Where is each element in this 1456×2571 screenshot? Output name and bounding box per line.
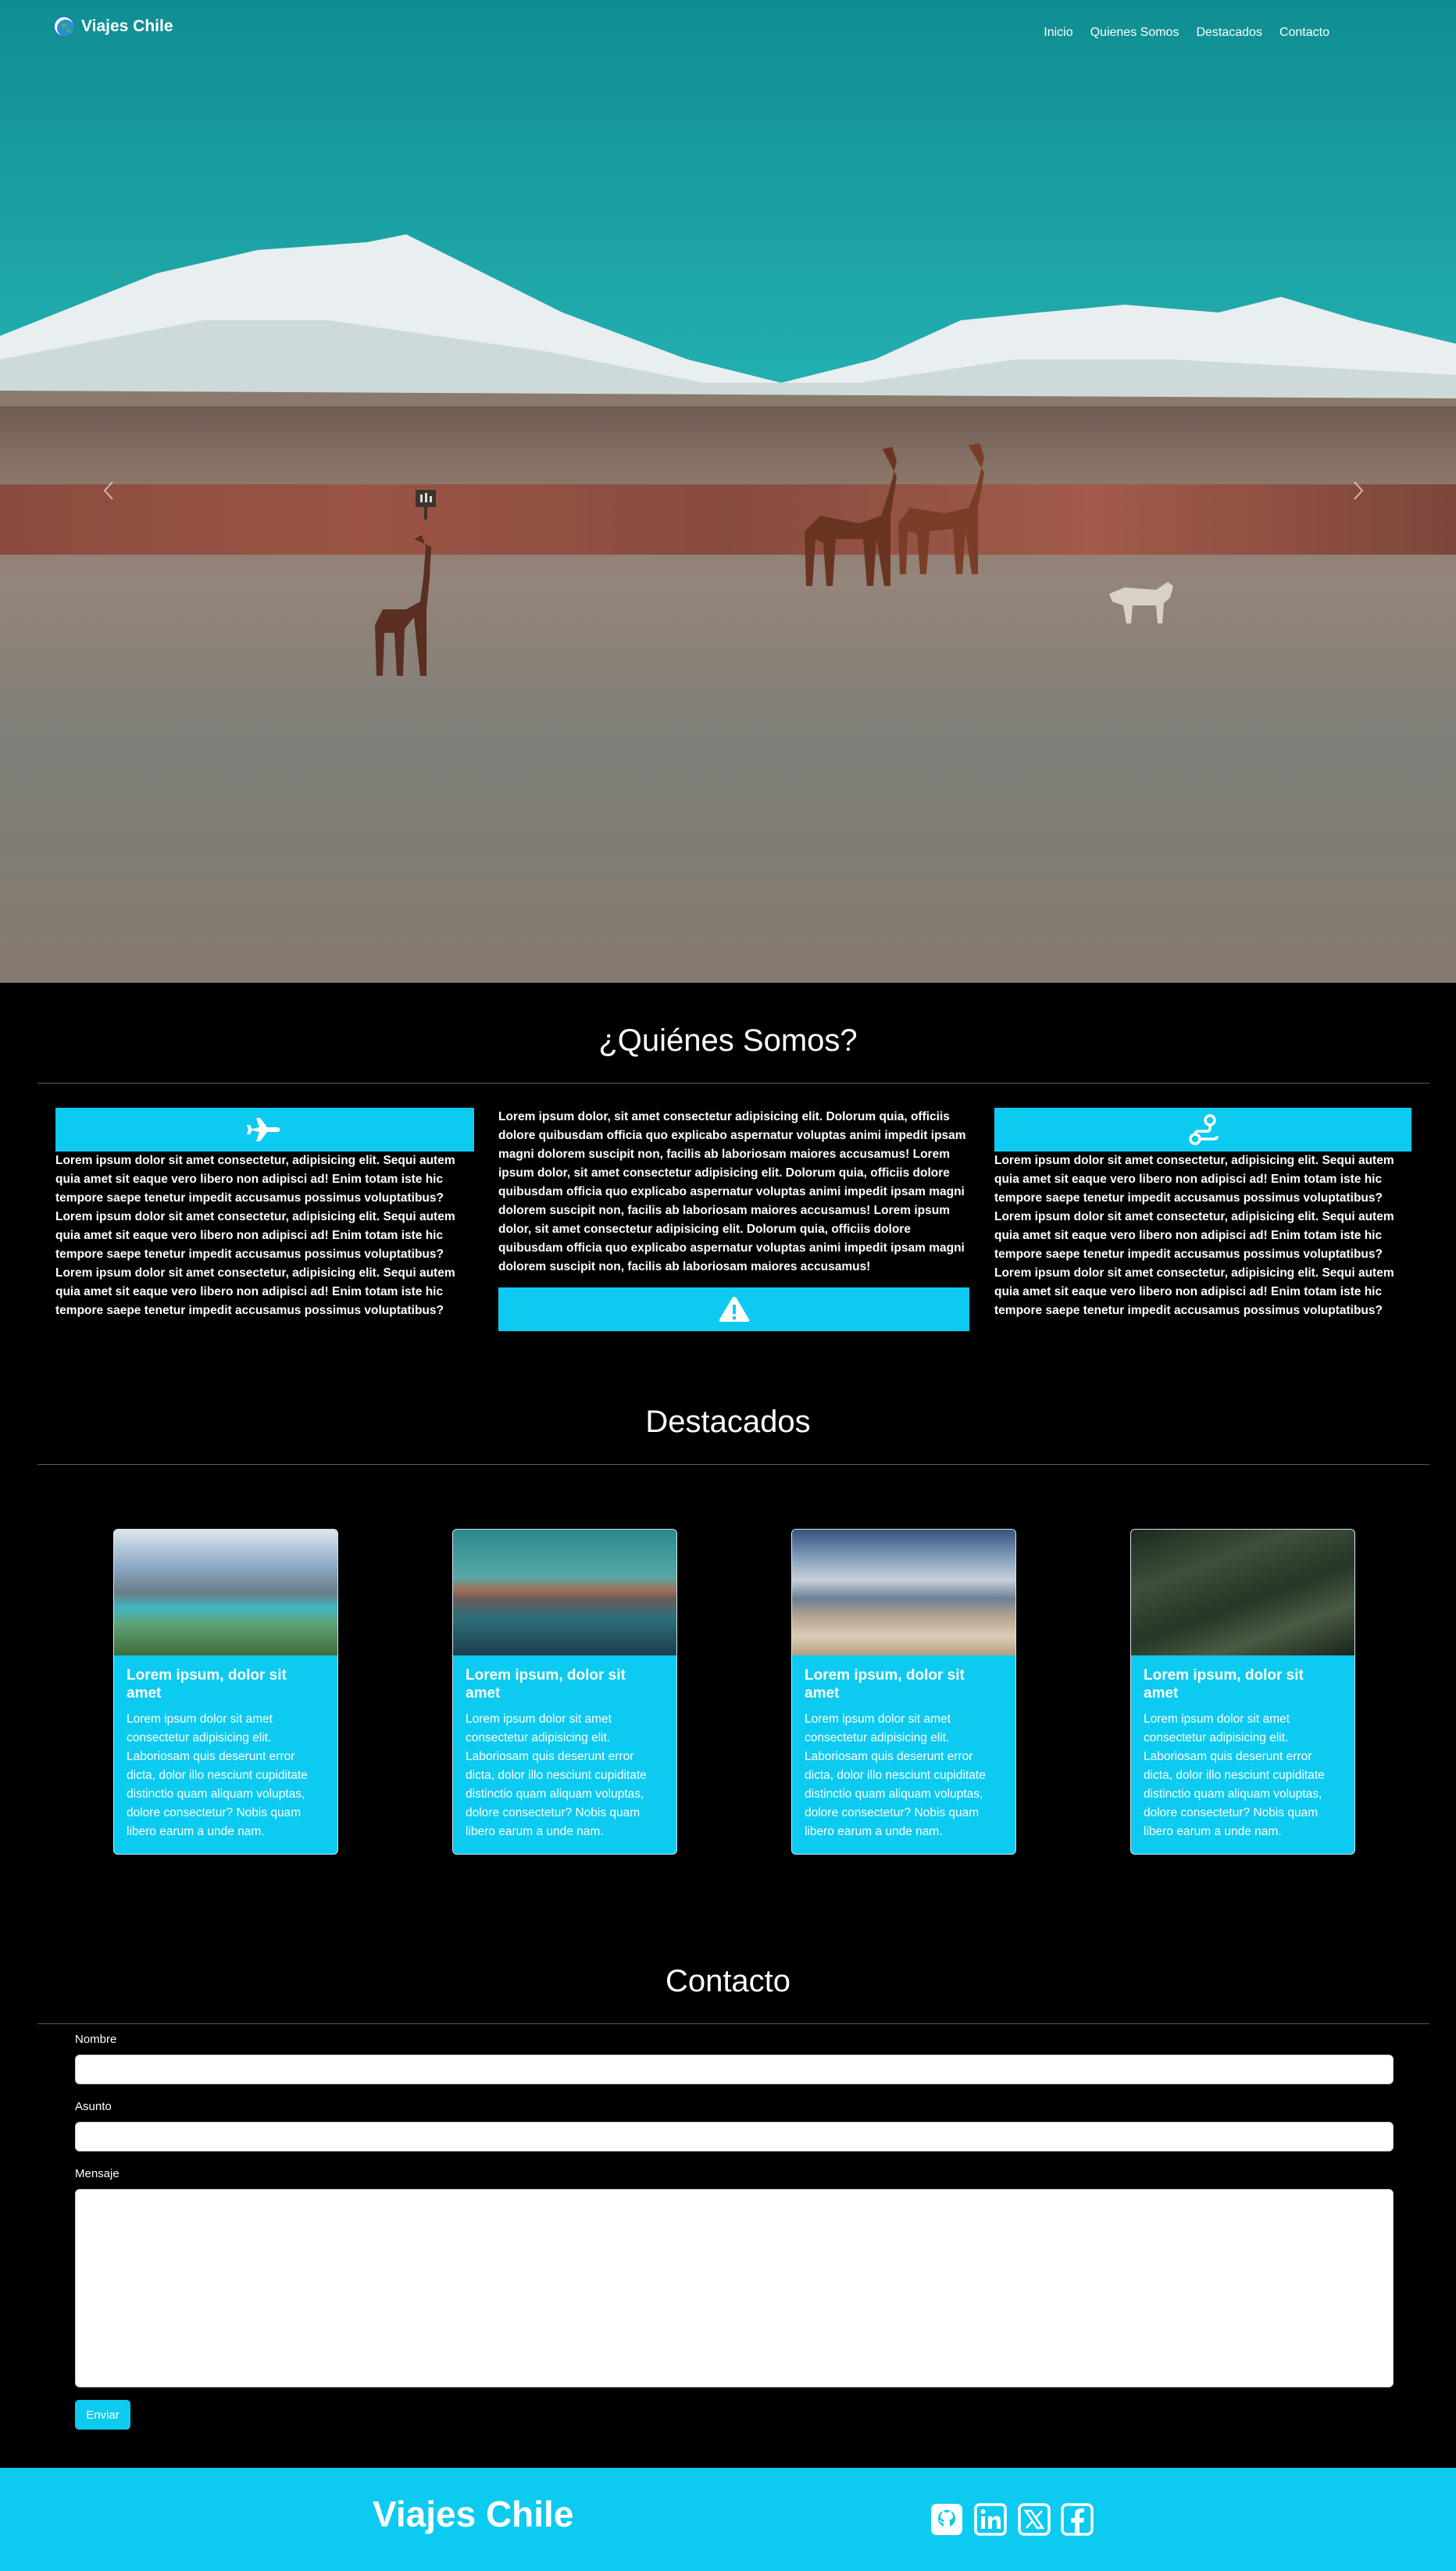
x-twitter-icon[interactable]: [1017, 2502, 1051, 2537]
name-field[interactable]: [75, 2055, 1394, 2084]
card-2-image: [453, 1530, 676, 1655]
navbar-brand-name: Viajes Chile: [81, 17, 173, 35]
card-3-image: [792, 1530, 1015, 1655]
warning-icon: [719, 1297, 749, 1322]
about-divider: [37, 1083, 1429, 1084]
about-right-column: Lorem ipsum dolor sit amet consectetur, …: [994, 1108, 1411, 1320]
page: Viajes Chile Inicio Quienes Somos Destac…: [0, 0, 1456, 2571]
about-title: ¿Quiénes Somos?: [598, 1023, 858, 1058]
featured-card-1[interactable]: Lorem ipsum, dolor sit amet Lorem ipsum …: [113, 1529, 338, 1855]
nav-link-contacto[interactable]: Contacto: [1279, 26, 1329, 40]
card-4-title: Lorem ipsum, dolor sit amet: [1144, 1667, 1304, 1702]
about-right-text: Lorem ipsum dolor sit amet consectetur, …: [994, 1154, 1394, 1317]
card-2-title: Lorem ipsum, dolor sit amet: [466, 1667, 626, 1702]
navbar: Viajes Chile Inicio Quienes Somos Destac…: [0, 0, 1456, 55]
submit-button[interactable]: Enviar: [75, 2400, 130, 2430]
message-field[interactable]: [75, 2189, 1394, 2387]
featured-card-4[interactable]: Lorem ipsum, dolor sit amet Lorem ipsum …: [1130, 1529, 1355, 1855]
hero-ridge: [0, 484, 1456, 555]
nav-link-quienes-somos[interactable]: Quienes Somos: [1090, 26, 1179, 40]
carousel-prev-icon[interactable]: [98, 480, 120, 502]
contact-title: Contacto: [665, 1964, 791, 1998]
llama-white: [1109, 582, 1173, 623]
footer-brand: Viajes Chile: [373, 2494, 574, 2534]
llama-right: [898, 443, 984, 574]
about-left-text: Lorem ipsum dolor sit amet consectetur, …: [55, 1154, 455, 1317]
route-icon: [1189, 1114, 1219, 1145]
about-left-column: Lorem ipsum dolor sit amet consectetur, …: [55, 1108, 474, 1320]
card-2-text: Lorem ipsum dolor sit amet consectetur a…: [466, 1712, 647, 1838]
card-1-title: Lorem ipsum, dolor sit amet: [127, 1667, 287, 1702]
card-4-image: [1131, 1530, 1354, 1655]
about-right-banner: [994, 1108, 1411, 1152]
github-icon[interactable]: [930, 2502, 964, 2537]
name-label: Nombre: [75, 2033, 117, 2046]
llama-left: [375, 535, 431, 676]
nav-link-destacados[interactable]: Destacados: [1196, 26, 1262, 40]
about-left-banner: [55, 1108, 474, 1152]
footer: Viajes Chile: [0, 2468, 1456, 2571]
hero-mountains: [0, 234, 1456, 437]
message-label: Mensaje: [75, 2167, 120, 2180]
facebook-icon[interactable]: [1060, 2502, 1094, 2537]
featured-card-2[interactable]: Lorem ipsum, dolor sit amet Lorem ipsum …: [452, 1529, 677, 1855]
featured-divider: [37, 1464, 1429, 1465]
subject-label: Asunto: [75, 2100, 112, 2113]
featured-title: Destacados: [645, 1405, 811, 1439]
carousel-next-icon[interactable]: [1347, 480, 1369, 502]
hero-carousel: Viajes Chile Inicio Quienes Somos Destac…: [0, 0, 1456, 983]
card-3-title: Lorem ipsum, dolor sit amet: [805, 1667, 965, 1702]
featured-card-3[interactable]: Lorem ipsum, dolor sit amet Lorem ipsum …: [791, 1529, 1016, 1855]
card-1-text: Lorem ipsum dolor sit amet consectetur a…: [127, 1712, 308, 1838]
nav-link-inicio[interactable]: Inicio: [1044, 26, 1072, 40]
contact-divider: [37, 2023, 1429, 2024]
sign-post: [416, 490, 436, 520]
navbar-brand[interactable]: Viajes Chile: [53, 16, 173, 37]
card-1-image: [114, 1530, 337, 1655]
subject-field[interactable]: [75, 2122, 1394, 2151]
card-4-text: Lorem ipsum dolor sit amet consectetur a…: [1144, 1712, 1325, 1838]
card-3-text: Lorem ipsum dolor sit amet consectetur a…: [805, 1712, 986, 1838]
about-center-text: Lorem ipsum dolor, sit amet consectetur …: [498, 1110, 966, 1273]
navbar-links: Inicio Quienes Somos Destacados Contacto: [1044, 26, 1329, 40]
airplane-icon: [247, 1118, 280, 1141]
linkedin-icon[interactable]: [973, 2502, 1008, 2537]
globe-logo-icon: [53, 16, 75, 37]
about-center-banner: [498, 1287, 969, 1331]
about-center-column: Lorem ipsum dolor, sit amet consectetur …: [498, 1108, 969, 1331]
